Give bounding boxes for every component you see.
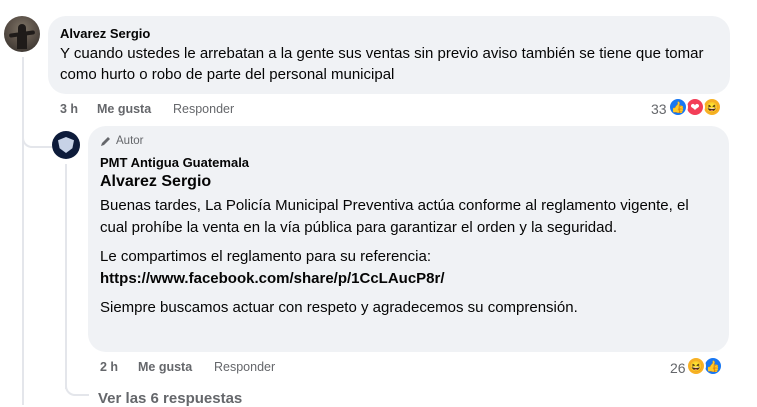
reply-text: Buenas tardes, La Policía Municipal Prev… (100, 195, 720, 326)
comment-text: Y cuando ustedes le arrebatan a la gente… (60, 45, 704, 83)
reaction-summary[interactable]: 😆 👍 (686, 356, 726, 378)
reply-paragraph: Buenas tardes, La Policía Municipal Prev… (100, 197, 689, 236)
reaction-summary[interactable]: 👍 ❤ 😆 (668, 97, 728, 119)
avatar[interactable] (4, 16, 40, 52)
pencil-icon (101, 137, 110, 146)
reply-button[interactable]: Responder (214, 360, 275, 374)
reaction-count[interactable]: 26 (670, 360, 686, 376)
reply-paragraph: Le compartimos el reglamento para su ref… (100, 246, 720, 290)
comment-timestamp[interactable]: 3 h (60, 102, 78, 116)
reply-thread-branch (65, 382, 89, 396)
thread-line (22, 57, 24, 405)
reply-author[interactable]: PMT Antigua Guatemala (100, 155, 249, 170)
reply-button[interactable]: Responder (173, 102, 234, 116)
reply-paragraph: Siempre buscamos actuar con respeto y ag… (100, 299, 578, 316)
love-reaction-icon: ❤ (685, 97, 705, 117)
reply-timestamp[interactable]: 2 h (100, 360, 118, 374)
reply-thread-line (65, 164, 67, 389)
haha-reaction-icon: 😆 (686, 356, 706, 376)
like-button[interactable]: Me gusta (97, 102, 151, 116)
author-badge-label: Autor (116, 135, 144, 147)
comment-author[interactable]: Alvarez Sergio (60, 26, 150, 41)
like-reaction-icon: 👍 (703, 356, 723, 376)
mention[interactable]: Alvarez Sergio (100, 173, 211, 191)
avatar[interactable] (52, 131, 80, 159)
like-button[interactable]: Me gusta (138, 360, 192, 374)
like-reaction-icon: 👍 (668, 97, 688, 117)
reaction-count[interactable]: 33 (651, 101, 667, 117)
thread-branch (22, 128, 52, 148)
reply-link-intro: Le compartimos el reglamento para su ref… (100, 248, 431, 265)
author-badge: Autor (100, 135, 144, 147)
haha-reaction-icon: 😆 (702, 97, 722, 117)
view-replies-link[interactable]: Ver las 6 respuestas (98, 390, 242, 407)
shared-link[interactable]: https://www.facebook.com/share/p/1CcLAuc… (100, 270, 445, 287)
shield-icon (58, 137, 74, 153)
